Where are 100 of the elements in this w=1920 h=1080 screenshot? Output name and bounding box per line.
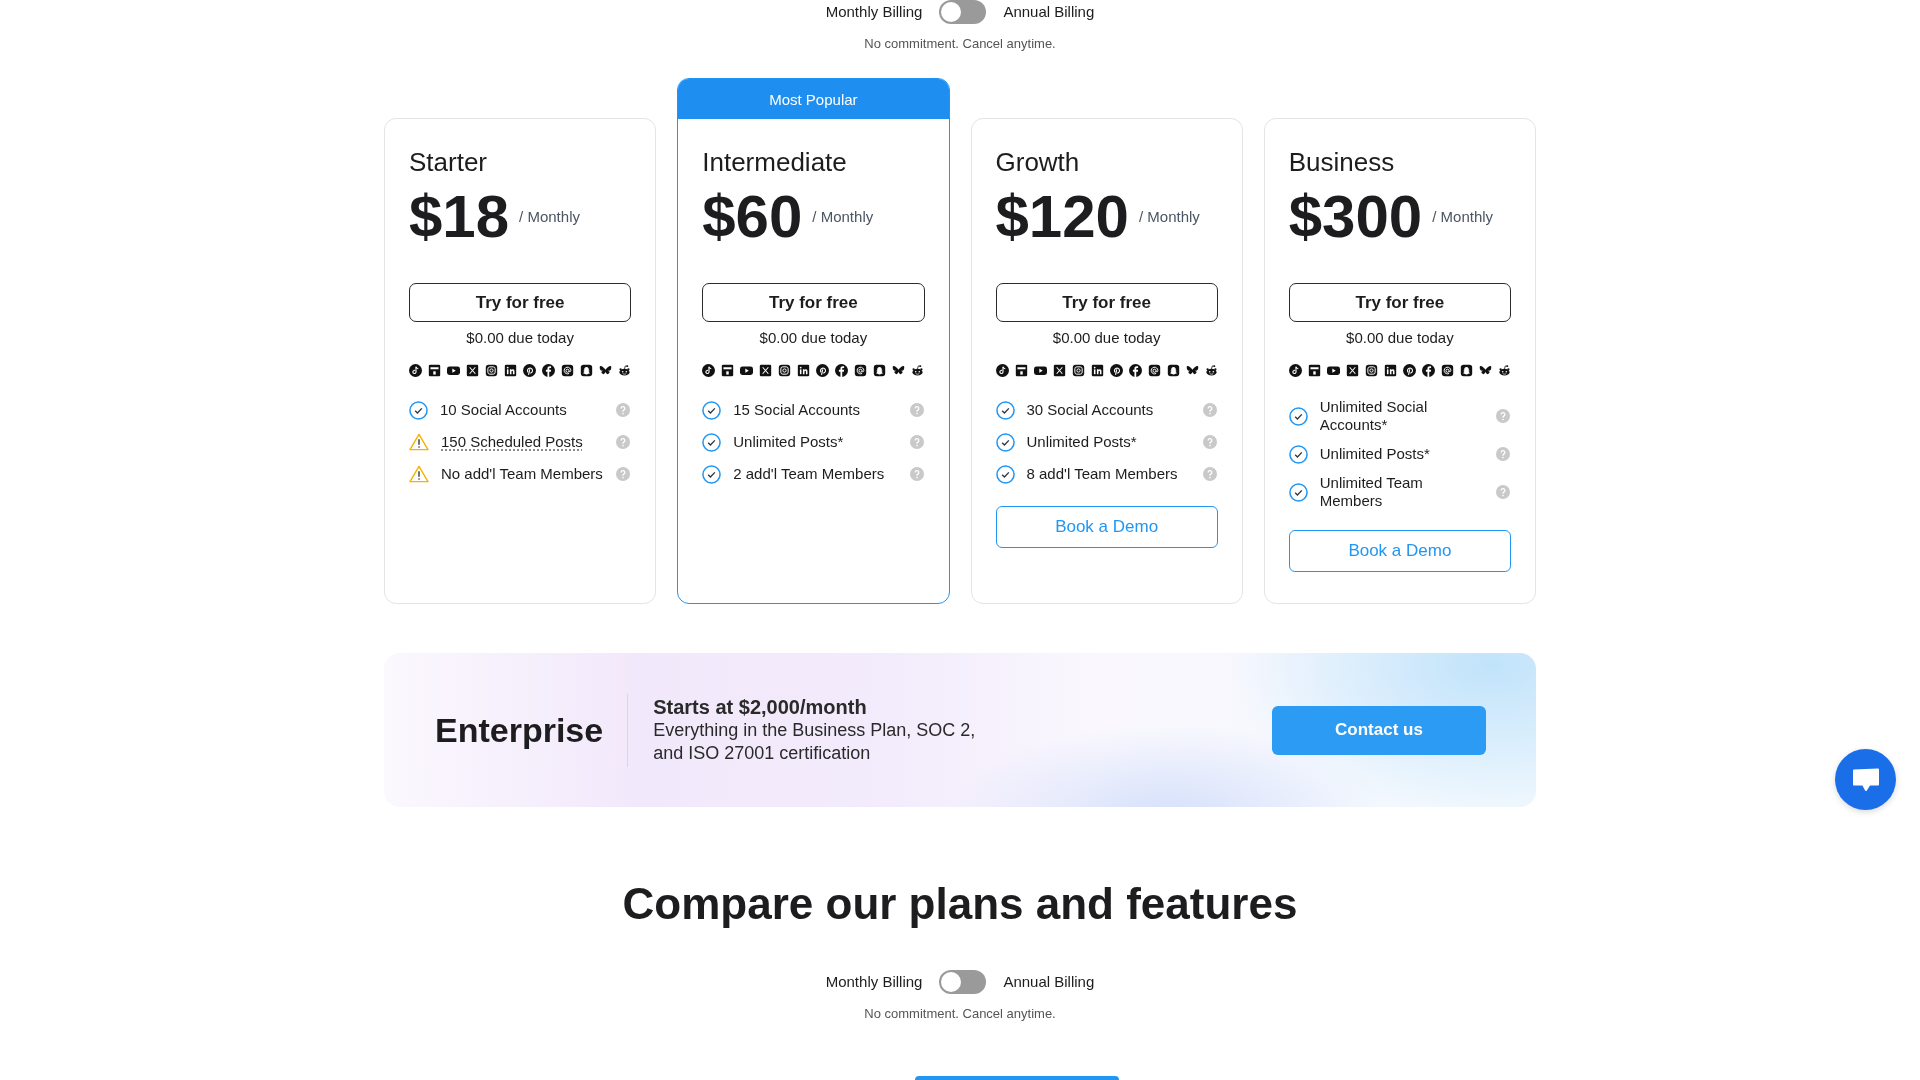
feature-text: Unlimited Social Accounts* [1319,398,1429,434]
help-icon[interactable] [909,403,924,417]
help-icon[interactable] [909,467,924,481]
facebook-icon [1128,364,1142,377]
storefront-icon [428,364,441,377]
due-today-text: $0.00 due today [759,328,868,348]
check-circle-icon [995,432,1015,452]
x-mark-icon [759,364,773,377]
plan-name: Growth [995,146,1081,178]
facebook-icon [835,364,849,377]
ghost-icon [1459,364,1473,377]
partial-button[interactable] [915,1076,1119,1080]
help-icon[interactable] [1496,447,1510,461]
facebook-icon [542,364,556,377]
alien-icon [1204,364,1218,377]
due-today-text: $0.00 due today [1052,328,1161,348]
plan-badge: Most Popular [678,79,949,119]
compare-heading: Compare our plans and features [621,878,1299,930]
help-icon[interactable] [1202,435,1217,449]
feature-text: Unlimited Posts* [733,433,844,451]
play-button-icon [1326,364,1340,377]
butterfly-icon [892,364,906,377]
help-icon[interactable] [616,403,631,417]
storefront-icon [1307,364,1321,377]
try-free-button[interactable]: Try for free [409,283,632,322]
linkedin-icon [797,364,811,377]
feature-text: Unlimited Posts* [1319,445,1430,463]
music-note-icon [702,364,716,377]
feature-text: 10 Social Accounts [440,401,567,419]
feature-text: Unlimited Posts* [1026,433,1137,451]
help-icon[interactable] [1202,467,1217,481]
price-period: / Monthly [812,208,874,226]
alien-icon [618,364,632,377]
storefront-icon [1014,364,1028,377]
x-mark-icon [1052,364,1066,377]
billing-note: No commitment. Cancel anytime. [864,1006,1056,1022]
linkedin-icon [1383,364,1397,377]
help-icon[interactable] [1202,403,1217,417]
pinterest-icon [1109,364,1123,377]
alien-icon [911,364,925,377]
linkedin-icon [504,364,518,377]
butterfly-icon [1478,364,1492,377]
butterfly-icon [1185,364,1199,377]
check-circle-icon [995,464,1015,484]
pinterest-icon [816,364,830,377]
help-icon[interactable] [909,435,924,449]
threads-icon [854,364,868,377]
plan-price: $120 [995,185,1129,249]
music-note-icon [409,364,422,377]
camera-icon [485,364,499,377]
due-today-text: $0.00 due today [1346,328,1454,348]
plan-price: $300 [1288,185,1423,249]
try-free-button[interactable]: Try for free [702,283,925,322]
butterfly-icon [599,364,613,377]
storefront-icon [721,364,735,377]
linkedin-icon [1090,364,1104,377]
music-note-icon [1288,364,1302,377]
enterprise-title: Enterprise [435,710,604,750]
camera-icon [1071,364,1085,377]
check-circle-icon [1288,406,1308,426]
x-mark-icon [466,364,480,377]
monthly-billing-label: Monthly Billing [825,3,923,21]
feature-text: 2 add'l Team Members [733,465,885,483]
threads-icon [1147,364,1161,377]
price-period: / Monthly [1139,208,1200,226]
plan-price: $60 [702,185,803,249]
music-note-icon [995,364,1009,377]
warning-icon [409,465,429,483]
ghost-icon [873,364,887,377]
billing-note: No commitment. Cancel anytime. [864,36,1056,52]
try-free-button[interactable]: Try for free [1288,283,1511,322]
play-button-icon [1033,364,1047,377]
chat-button[interactable] [1835,749,1896,810]
feature-text: 30 Social Accounts [1026,401,1154,419]
help-icon[interactable] [1496,485,1510,499]
check-circle-icon [995,400,1015,420]
facebook-icon [1421,364,1435,377]
try-free-button[interactable]: Try for free [995,283,1218,322]
check-circle-icon [702,400,722,420]
threads-icon [561,364,575,377]
plan-name: Starter [409,146,489,178]
help-icon[interactable] [1496,409,1510,423]
ghost-icon [580,364,594,377]
play-button-icon [740,364,754,377]
play-button-icon [447,364,461,377]
help-icon[interactable] [616,435,631,449]
check-circle-icon [409,400,428,420]
help-icon[interactable] [616,467,631,481]
feature-text: 8 add'l Team Members [1026,465,1178,483]
feature-text: 150 Scheduled Posts [441,433,583,451]
billing-toggle[interactable] [939,0,987,24]
feature-text: No add'l Team Members [441,465,603,483]
check-circle-icon [1288,482,1308,502]
check-circle-icon [1288,444,1308,464]
annual-billing-label: Annual Billing [1003,973,1095,991]
plan-name: Intermediate [702,146,848,178]
enterprise-headline: Starts at $2,000/month [653,695,868,719]
due-today-text: $0.00 due today [466,328,574,348]
billing-toggle[interactable] [939,970,987,994]
camera-icon [778,364,792,377]
